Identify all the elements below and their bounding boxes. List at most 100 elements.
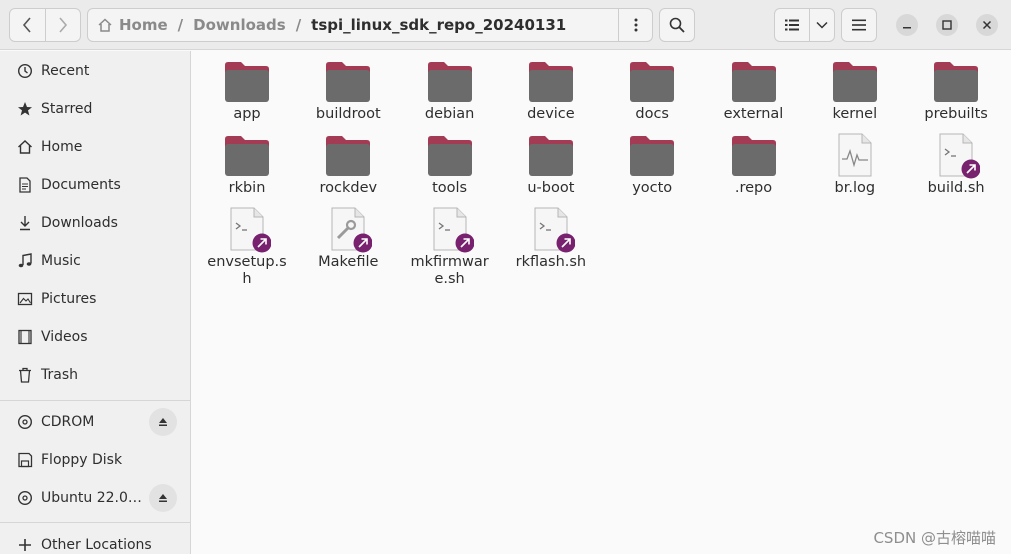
folder-icon <box>527 57 575 105</box>
close-button[interactable] <box>976 14 998 36</box>
folder-icon <box>426 131 474 179</box>
sidebar-item-home[interactable]: Home <box>0 129 190 165</box>
minimize-icon <box>903 27 911 29</box>
breadcrumb-home-label: Home <box>119 16 168 34</box>
file-item-rkflash-sh[interactable]: rkflash.sh <box>503 205 599 271</box>
sidebar-item-videos[interactable]: Videos <box>0 319 190 355</box>
path-menu-button[interactable] <box>618 9 652 41</box>
file-item-repo[interactable]: .repo <box>706 131 802 197</box>
file-item-docs[interactable]: docs <box>604 57 700 123</box>
trash-icon <box>17 367 33 383</box>
sidebar-item-other-locations[interactable]: Other Locations <box>0 527 190 554</box>
folder-icon <box>223 131 271 179</box>
sidebar-item-trash[interactable]: Trash <box>0 357 190 393</box>
file-item-buildroot[interactable]: buildroot <box>300 57 396 123</box>
breadcrumb-separator: / <box>177 16 184 34</box>
floppy-icon <box>17 452 33 468</box>
search-button[interactable] <box>659 8 695 42</box>
file-item-debian[interactable]: debian <box>402 57 498 123</box>
file-name: rkbin <box>228 180 266 196</box>
file-name: Makefile <box>318 254 379 270</box>
home-icon <box>17 139 33 155</box>
file-name: buildroot <box>315 106 381 122</box>
folder-icon <box>628 57 676 105</box>
sidebar: Recent Starred Home Documents Downloads … <box>0 51 191 554</box>
sidebar-item-downloads[interactable]: Downloads <box>0 205 190 241</box>
disc-icon <box>17 414 33 430</box>
sidebar-item-label: Recent <box>41 63 90 79</box>
sidebar-item-ubuntu-disc[interactable]: Ubuntu 22.0… <box>0 480 190 516</box>
sidebar-item-starred[interactable]: Starred <box>0 91 190 127</box>
file-item-rkbin[interactable]: rkbin <box>199 131 295 197</box>
sidebar-item-pictures[interactable]: Pictures <box>0 281 190 317</box>
path-bar: Home / Downloads / tspi_linux_sdk_repo_2… <box>87 8 653 42</box>
list-view-button[interactable] <box>775 9 809 41</box>
maximize-button[interactable] <box>936 14 958 36</box>
file-item-u-boot[interactable]: u-boot <box>503 131 599 197</box>
sidebar-divider <box>0 522 190 523</box>
sidebar-item-cdrom[interactable]: CDROM <box>0 404 190 440</box>
file-name: prebuilts <box>924 106 988 122</box>
view-dropdown-button[interactable] <box>809 9 834 41</box>
home-icon <box>98 18 112 32</box>
eject-icon <box>159 418 167 426</box>
file-item-app[interactable]: app <box>199 57 295 123</box>
sidebar-item-label: Videos <box>41 329 88 345</box>
download-icon <box>17 215 33 231</box>
close-icon <box>982 20 992 30</box>
file-item-tools[interactable]: tools <box>402 131 498 197</box>
chevron-left-icon <box>23 17 32 33</box>
file-item-prebuilts[interactable]: prebuilts <box>908 57 1004 123</box>
watermark: CSDN @古榕喵喵 <box>873 529 996 547</box>
sidebar-item-recent[interactable]: Recent <box>0 53 190 89</box>
document-icon <box>17 177 33 193</box>
file-item-envsetup-sh[interactable]: envsetup.sh <box>199 205 295 288</box>
log-file-icon <box>831 131 879 179</box>
file-item-external[interactable]: external <box>706 57 802 123</box>
sidebar-item-label: Documents <box>41 177 121 193</box>
makefile-link-icon <box>324 205 373 253</box>
main-menu-button[interactable] <box>841 8 877 42</box>
search-icon <box>669 17 685 33</box>
disc-icon <box>17 490 33 506</box>
folder-icon <box>730 131 778 179</box>
minimize-button[interactable] <box>896 14 918 36</box>
file-name: u-boot <box>527 180 575 196</box>
file-item-build-sh[interactable]: build.sh <box>908 131 1004 197</box>
file-name: tools <box>432 180 468 196</box>
video-icon <box>17 329 33 345</box>
file-item-kernel[interactable]: kernel <box>807 57 903 123</box>
sidebar-item-documents[interactable]: Documents <box>0 167 190 203</box>
eject-button[interactable] <box>149 484 177 512</box>
folder-icon <box>223 57 271 105</box>
file-name: app <box>233 106 261 122</box>
file-item-makefile[interactable]: Makefile <box>300 205 396 271</box>
sidebar-item-music[interactable]: Music <box>0 243 190 279</box>
star-icon <box>17 101 33 117</box>
file-name: br.log <box>834 180 876 196</box>
file-item-rockdev[interactable]: rockdev <box>300 131 396 197</box>
sidebar-item-label: Starred <box>41 101 93 117</box>
sidebar-item-label: Trash <box>41 367 78 383</box>
file-item-yocto[interactable]: yocto <box>604 131 700 197</box>
shell-script-link-icon <box>223 205 272 253</box>
back-button[interactable] <box>10 9 45 41</box>
folder-icon <box>324 131 372 179</box>
file-name: debian <box>424 106 475 122</box>
breadcrumb-downloads[interactable]: Downloads <box>193 16 286 34</box>
breadcrumb-current-folder[interactable]: tspi_linux_sdk_repo_20240131 <box>311 16 566 34</box>
forward-button[interactable] <box>44 9 80 41</box>
list-view-icon <box>785 19 799 31</box>
file-item-device[interactable]: device <box>503 57 599 123</box>
sidebar-item-label: Pictures <box>41 291 97 307</box>
eject-button[interactable] <box>149 408 177 436</box>
sidebar-item-label: Music <box>41 253 81 269</box>
file-name: build.sh <box>927 180 985 196</box>
breadcrumb-home[interactable]: Home <box>88 16 168 34</box>
sidebar-item-floppy-disk[interactable]: Floppy Disk <box>0 442 190 478</box>
header-bar: Home / Downloads / tspi_linux_sdk_repo_2… <box>0 0 1011 50</box>
file-item-br-log[interactable]: br.log <box>807 131 903 197</box>
file-item-mkfirmware-sh[interactable]: mkfirmware.sh <box>402 205 498 288</box>
file-grid: app buildroot debian device docs external kern… <box>192 51 1011 554</box>
folder-icon <box>324 57 372 105</box>
